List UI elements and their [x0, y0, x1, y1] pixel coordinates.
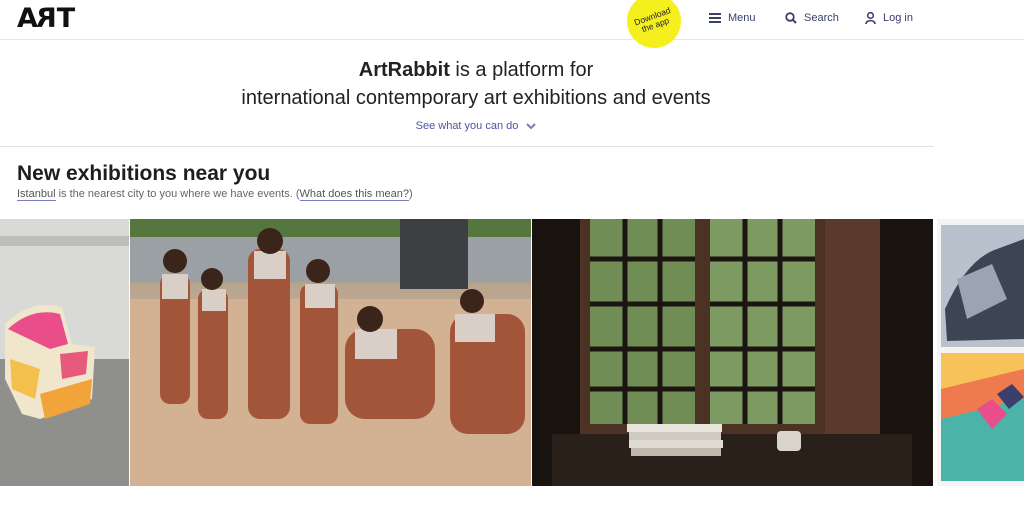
location-note-end: ): [408, 188, 413, 200]
brand-name: ArtRabbit: [358, 59, 450, 81]
download-app-badge[interactable]: Download the app: [627, 0, 681, 48]
exhibition-image-window[interactable]: [532, 219, 933, 486]
hamburger-icon: [709, 13, 721, 23]
exhibition-image-sculpture[interactable]: [0, 219, 129, 486]
artrabbit-logo[interactable]: ART: [17, 3, 75, 34]
search-label: Search: [804, 12, 839, 24]
menu-label: Menu: [728, 12, 756, 24]
hero-headline-line2: international contemporary art exhibitio…: [241, 87, 711, 109]
section-title: New exhibitions near you: [17, 162, 271, 185]
login-label: Log in: [883, 12, 913, 24]
location-note-text: is the nearest city to you where we have…: [55, 188, 300, 200]
download-app-label: Download the app: [632, 5, 672, 35]
hero-line1-text: is a platform for: [449, 59, 594, 81]
city-link[interactable]: Istanbul: [17, 188, 56, 201]
location-note: Istanbul is the nearest city to you wher…: [17, 188, 413, 201]
section-divider: [0, 146, 934, 147]
exhibition-image-children[interactable]: [130, 219, 531, 486]
search-button[interactable]: Search: [785, 12, 839, 24]
what-does-this-mean-link[interactable]: What does this mean?: [299, 188, 409, 201]
exhibition-image-painting[interactable]: [937, 219, 1024, 486]
top-navigation: ART Download the app Menu Search Log in: [0, 0, 1024, 48]
menu-button[interactable]: Menu: [709, 12, 756, 24]
hero-section: ArtRabbit is a platform for internationa…: [0, 56, 952, 134]
search-icon: [785, 12, 797, 24]
see-what-label: See what you can do: [415, 120, 519, 132]
user-icon: [865, 12, 876, 24]
login-button[interactable]: Log in: [865, 12, 913, 24]
hero-headline-line1: ArtRabbit is a platform for: [0, 56, 952, 84]
chevron-down-icon: [526, 122, 537, 129]
see-what-you-can-do-link[interactable]: See what you can do: [416, 120, 537, 132]
